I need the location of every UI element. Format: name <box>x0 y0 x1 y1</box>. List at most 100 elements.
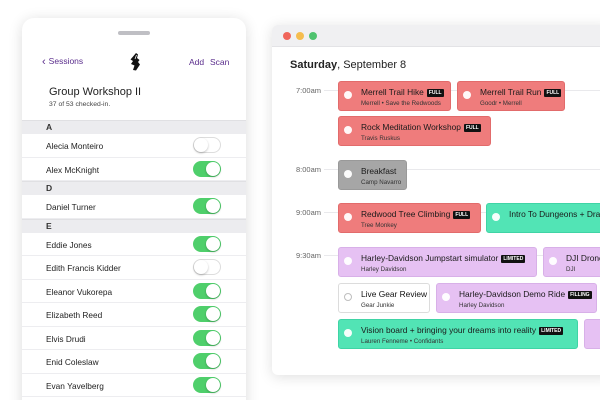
browser-title-bar <box>272 25 600 47</box>
event-host: Harley Davidson <box>459 302 505 309</box>
event-status-icon <box>344 329 352 337</box>
attendee-row: Evan Yavelberg <box>22 374 246 397</box>
capacity-badge: LIMITED <box>539 327 564 335</box>
time-label: 9:30am <box>296 251 322 260</box>
calendar-window: Saturday, September 8 7:00am 8:00am 9:00… <box>272 25 600 375</box>
event-title: Harley-Davidson Demo Ride <box>459 289 566 299</box>
event-card[interactable]: Harley-Davidson Jumpstart simulator LIMIT… <box>338 247 537 277</box>
event-status-icon <box>344 257 352 265</box>
event-card[interactable] <box>584 319 600 349</box>
attendee-name: Eddie Jones <box>46 239 92 250</box>
toggle-knob <box>206 354 220 368</box>
attendee-name: Enid Coleslaw <box>46 357 99 367</box>
event-status-icon <box>492 213 500 221</box>
time-label: 7:00am <box>296 86 322 95</box>
attendee-name: Elvis Drudi <box>46 333 86 344</box>
event-status-icon <box>344 170 352 178</box>
capacity-badge: FILLING <box>568 291 592 299</box>
event-status-icon <box>344 293 352 301</box>
checkin-toggle[interactable] <box>193 329 221 346</box>
checkin-toggle[interactable] <box>193 137 221 153</box>
checkin-count: 37 of 53 checked-in. <box>49 101 111 108</box>
event-host: Merrell • Save the Redwoods <box>361 100 441 107</box>
checkin-toggle[interactable] <box>193 160 221 177</box>
attendee-name: Daniel Turner <box>46 202 96 212</box>
toggle-knob <box>206 307 220 321</box>
event-card[interactable]: Intro To Dungeons + Dra <box>486 203 600 233</box>
add-attendee-button[interactable]: Add <box>189 57 204 67</box>
event-title: Harley-Davidson Jumpstart simulator <box>361 253 499 263</box>
minimize-window-icon[interactable] <box>296 32 304 40</box>
back-to-sessions-link[interactable]: ‹ Sessions <box>42 56 83 68</box>
drag-handle[interactable] <box>118 31 150 35</box>
attendee-row: Enid Coleslaw <box>22 350 246 374</box>
scan-ticket-button[interactable]: Scan <box>210 57 229 67</box>
checkin-toggle[interactable] <box>193 282 221 299</box>
event-card[interactable]: Redwood Tree Climbing FULL Tree Monkey <box>338 203 481 233</box>
attendee-list: A Alecia Monteiro Alex McKnight D Daniel Tur… <box>22 120 246 397</box>
date-text: , September 8 <box>337 59 407 71</box>
attendee-row: Elvis Drudi <box>22 327 246 350</box>
event-host: Camp Navarro <box>361 179 402 186</box>
section-header-e: E <box>22 218 246 233</box>
event-card[interactable]: DJI Drone DJI <box>543 247 600 277</box>
capacity-badge: FULL <box>453 211 471 219</box>
event-status-icon <box>463 91 471 99</box>
event-title: Rock Meditation Workshop <box>361 122 461 132</box>
event-status-icon <box>549 257 557 265</box>
attendee-row: Elizabeth Reed <box>22 303 246 327</box>
attendee-name: Evan Yavelberg <box>46 380 104 391</box>
toggle-knob <box>206 236 220 251</box>
event-card[interactable]: Breakfast Camp Navarro <box>338 160 407 190</box>
close-window-icon[interactable] <box>283 32 291 40</box>
event-card[interactable]: Rock Meditation Workshop FULL Travis Rusk… <box>338 116 491 146</box>
toggle-knob <box>206 199 220 213</box>
event-card[interactable]: Live Gear Review Gear Junkie <box>338 283 430 313</box>
attendee-name: Alecia Monteiro <box>46 141 104 151</box>
event-status-icon <box>442 293 450 301</box>
event-card[interactable]: Merrell Trail Hike FULL Merrell • Save th… <box>338 81 451 111</box>
event-title: DJI Drone <box>566 253 600 263</box>
checkin-toggle[interactable] <box>193 306 221 322</box>
chevron-left-icon: ‹ <box>42 56 46 68</box>
maximize-window-icon[interactable] <box>309 32 317 40</box>
attendee-row: Daniel Turner <box>22 195 246 219</box>
event-host: Lauren Fenneme • Confidants <box>361 338 444 345</box>
event-status-icon <box>344 126 352 134</box>
checkin-panel: ‹ Sessions Add Scan Group Workshop II 37 … <box>22 18 246 400</box>
event-title: Redwood Tree Climbing <box>361 209 451 219</box>
checkin-toggle[interactable] <box>193 235 221 252</box>
event-host: DJI <box>566 266 576 273</box>
checkin-toggle[interactable] <box>193 376 221 393</box>
section-header-a: A <box>22 120 246 134</box>
event-card[interactable]: Merrell Trail Run FULL Goodr • Merrell <box>457 81 565 111</box>
attendee-row: Eleanor Vukorepa <box>22 280 246 303</box>
day-name: Saturday <box>290 59 338 71</box>
attendee-name: Alex McKnight <box>46 164 100 175</box>
event-title: Merrell Trail Run <box>480 87 542 97</box>
event-host: Tree Monkey <box>361 222 397 229</box>
event-host: Harley Davidson <box>361 266 407 273</box>
toggle-knob <box>194 138 208 152</box>
event-host: Travis Ruskus <box>361 135 400 142</box>
section-header-d: D <box>22 181 246 195</box>
capacity-badge: LIMITED <box>501 255 526 263</box>
attendee-row: Alex McKnight <box>22 158 246 181</box>
event-title: Live Gear Review <box>361 289 428 299</box>
event-card[interactable]: Vision board + bringing your dreams into… <box>338 319 578 349</box>
event-card[interactable]: Harley-Davidson Demo Ride FILLING Harley … <box>436 283 597 313</box>
attendee-name: Edith Francis Kidder <box>46 263 121 273</box>
toggle-knob <box>206 330 220 345</box>
checkin-toggle[interactable] <box>193 259 221 275</box>
attendee-row: Eddie Jones <box>22 233 246 256</box>
checkin-toggle[interactable] <box>193 353 221 369</box>
back-label: Sessions <box>48 56 84 66</box>
toggle-knob <box>194 260 208 274</box>
event-status-icon <box>344 213 352 221</box>
checkin-toggle[interactable] <box>193 198 221 214</box>
capacity-badge: FULL <box>544 89 562 97</box>
toggle-knob <box>206 377 220 392</box>
toggle-knob <box>206 283 220 298</box>
time-label: 8:00am <box>296 165 322 174</box>
event-title: Breakfast <box>361 166 397 176</box>
